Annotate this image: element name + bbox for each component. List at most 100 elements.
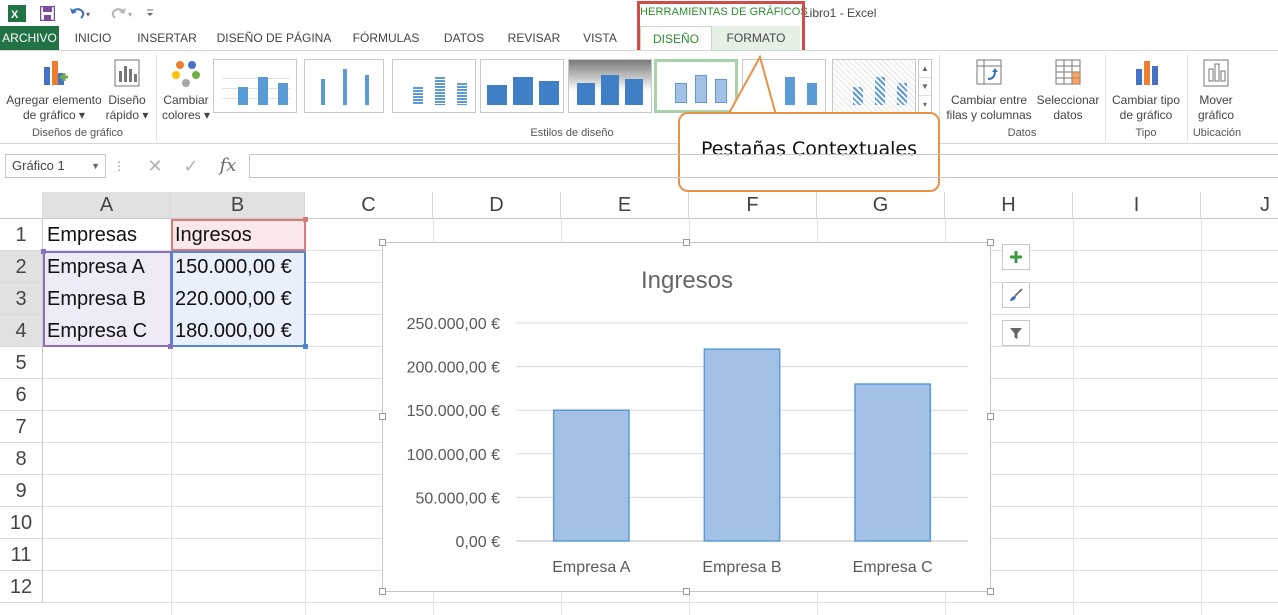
- filter-icon: [1010, 328, 1022, 339]
- context-tab-group-label: HERRAMIENTAS DE GRÁFICOS: [640, 6, 808, 18]
- column-header-c[interactable]: C: [305, 192, 433, 219]
- chart-resize-handle[interactable]: [379, 239, 386, 246]
- row-header-3[interactable]: 3: [0, 283, 43, 315]
- row-header-8[interactable]: 8: [0, 443, 43, 475]
- range-resize-handle[interactable]: [168, 344, 173, 349]
- chart-style-thumb-8[interactable]: [832, 59, 916, 113]
- gallery-up-icon[interactable]: ▲: [919, 60, 931, 78]
- color-palette-icon: [170, 57, 202, 89]
- bar-empresa-a: [552, 409, 630, 542]
- row-header-4[interactable]: 4: [0, 315, 43, 347]
- chart-style-thumb-3[interactable]: [392, 59, 476, 113]
- chart-style-thumb-2[interactable]: [304, 59, 384, 113]
- range-resize-handle[interactable]: [303, 217, 308, 222]
- row-header-11[interactable]: 11: [0, 539, 43, 571]
- select-all-corner[interactable]: [0, 192, 43, 219]
- chart-resize-handle[interactable]: [987, 239, 994, 246]
- tab-archivo[interactable]: ARCHIVO: [0, 26, 59, 50]
- tab-inicio[interactable]: INICIO: [68, 26, 118, 50]
- tab-revisar[interactable]: REVISAR: [504, 26, 564, 50]
- cell-a1[interactable]: Empresas: [43, 219, 171, 251]
- chart-resize-handle[interactable]: [683, 239, 690, 246]
- quick-layout-icon: [111, 57, 143, 89]
- chart-area[interactable]: Ingresos 0,00 € 50.000,00 € 100.000,00 € 15…: [382, 242, 991, 592]
- chart-style-thumb-4[interactable]: [480, 59, 564, 113]
- tab-diseno-contextual[interactable]: DISEÑO: [640, 26, 712, 50]
- row-header-6[interactable]: 6: [0, 379, 43, 411]
- column-header-h[interactable]: H: [945, 192, 1073, 219]
- row-header-12[interactable]: 12: [0, 571, 43, 603]
- chart-title[interactable]: Ingresos: [641, 267, 733, 294]
- cancel-icon[interactable]: ✕: [140, 154, 170, 178]
- row-header-5[interactable]: 5: [0, 347, 43, 379]
- chart-style-thumb-5[interactable]: [568, 59, 652, 113]
- ribbon: Agregar elemento de gráfico ▾ Diseño ráp…: [0, 50, 1278, 144]
- quick-layout-button[interactable]: Diseño rápido ▾: [104, 57, 150, 123]
- redo-icon[interactable]: ▾: [106, 3, 136, 23]
- chart-resize-handle[interactable]: [683, 588, 690, 595]
- tab-diseno-pagina[interactable]: DISEÑO DE PÁGINA: [214, 26, 334, 50]
- enter-icon[interactable]: ✓: [176, 154, 206, 178]
- y-tick-label: 0,00 €: [456, 534, 501, 551]
- tab-formulas[interactable]: FÓRMULAS: [348, 26, 424, 50]
- switch-row-column-button[interactable]: Cambiar entre filas y columnas: [944, 57, 1034, 123]
- window-title: Libro1 - Excel: [803, 6, 877, 20]
- y-tick-label: 100.000,00 €: [407, 447, 501, 464]
- svg-text:▾: ▾: [86, 10, 90, 19]
- chart-styles-button[interactable]: [1002, 282, 1030, 308]
- column-header-d[interactable]: D: [433, 192, 561, 219]
- row-header-1[interactable]: 1: [0, 219, 43, 251]
- name-box-dropdown-icon[interactable]: ▼: [91, 155, 100, 177]
- tab-vista[interactable]: VISTA: [577, 26, 623, 50]
- range-resize-handle[interactable]: [303, 344, 308, 349]
- chart-style-thumb-1[interactable]: [213, 59, 297, 113]
- save-icon[interactable]: [36, 3, 58, 23]
- chart-resize-handle[interactable]: [379, 413, 386, 420]
- change-chart-type-button[interactable]: Cambiar tipo de gráfico: [1108, 57, 1184, 123]
- formula-input[interactable]: [249, 154, 1278, 178]
- undo-icon[interactable]: ▾: [66, 3, 96, 23]
- column-header-j[interactable]: J: [1201, 192, 1278, 219]
- tab-insertar[interactable]: INSERTAR: [133, 26, 201, 50]
- add-chart-element-label-2: de gráfico ▾: [22, 108, 86, 122]
- customize-toolbar-icon[interactable]: [142, 3, 158, 23]
- name-box[interactable]: Gráfico 1 ▼: [5, 154, 106, 178]
- formula-bar: Gráfico 1 ▼ ⋮ ✕ ✓ fx: [0, 148, 1278, 188]
- row-header-2[interactable]: 2: [0, 251, 43, 283]
- column-header-e[interactable]: E: [561, 192, 689, 219]
- grid-line: [43, 602, 1278, 603]
- select-data-button[interactable]: Seleccionar datos: [1034, 57, 1102, 123]
- column-header-f[interactable]: F: [689, 192, 817, 219]
- column-header-g[interactable]: G: [817, 192, 945, 219]
- column-header-a[interactable]: A: [43, 192, 171, 219]
- column-header-i[interactable]: I: [1073, 192, 1201, 219]
- row-header-10[interactable]: 10: [0, 507, 43, 539]
- tab-datos[interactable]: DATOS: [438, 26, 490, 50]
- change-chart-type-label-1: Cambiar tipo: [1111, 93, 1181, 107]
- tab-formato-contextual[interactable]: FORMATO: [712, 26, 800, 50]
- chart-elements-button[interactable]: [1002, 244, 1030, 270]
- range-resize-handle[interactable]: [41, 249, 46, 254]
- add-chart-element-button[interactable]: Agregar elemento de gráfico ▾: [4, 57, 104, 123]
- callout-pointer: [726, 55, 780, 117]
- category-range-highlight: [43, 251, 172, 347]
- style-gallery-scroll[interactable]: ▲ ▼ ▾: [918, 59, 932, 115]
- chart-filters-button[interactable]: [1002, 320, 1030, 346]
- x-tick-label: Empresa A: [552, 559, 631, 576]
- grid-line: [1073, 219, 1074, 615]
- brush-icon: [1010, 288, 1023, 301]
- row-header-9[interactable]: 9: [0, 475, 43, 507]
- chart-resize-handle[interactable]: [987, 413, 994, 420]
- chart-resize-handle[interactable]: [379, 588, 386, 595]
- change-colors-button[interactable]: Cambiar colores ▾: [160, 57, 212, 123]
- group-label-location: Ubicación: [1192, 127, 1242, 139]
- move-chart-button[interactable]: Mover gráfico: [1190, 57, 1242, 123]
- group-separator: [156, 55, 157, 141]
- gallery-down-icon[interactable]: ▼: [919, 78, 931, 96]
- chart-resize-handle[interactable]: [987, 588, 994, 595]
- row-header-7[interactable]: 7: [0, 411, 43, 443]
- series-name-range-highlight: [171, 219, 306, 251]
- quick-layout-label-1: Diseño: [108, 93, 146, 107]
- column-header-b[interactable]: B: [171, 192, 305, 219]
- insert-function-icon[interactable]: fx: [213, 154, 243, 178]
